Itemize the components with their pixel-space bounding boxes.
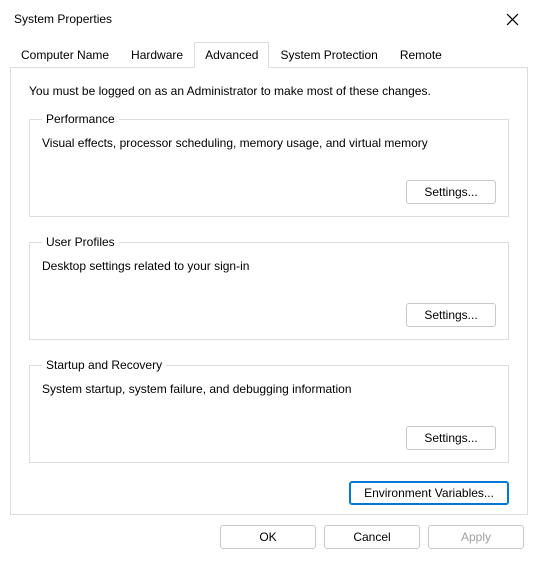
titlebar: System Properties (0, 0, 538, 38)
tab-advanced[interactable]: Advanced (194, 42, 269, 68)
cancel-button[interactable]: Cancel (324, 525, 420, 549)
intro-text: You must be logged on as an Administrato… (29, 84, 509, 98)
apply-button: Apply (428, 525, 524, 549)
user-profiles-legend: User Profiles (42, 235, 119, 249)
startup-recovery-settings-button[interactable]: Settings... (406, 426, 496, 450)
ok-button[interactable]: OK (220, 525, 316, 549)
performance-group: Performance Visual effects, processor sc… (29, 112, 509, 217)
startup-recovery-legend: Startup and Recovery (42, 358, 166, 372)
tab-hardware[interactable]: Hardware (120, 42, 194, 67)
dialog-button-row: OK Cancel Apply (0, 525, 538, 563)
startup-recovery-group: Startup and Recovery System startup, sys… (29, 358, 509, 463)
close-button[interactable] (498, 5, 526, 33)
user-profiles-settings-button[interactable]: Settings... (406, 303, 496, 327)
performance-legend: Performance (42, 112, 119, 126)
user-profiles-desc: Desktop settings related to your sign-in (42, 259, 496, 273)
performance-desc: Visual effects, processor scheduling, me… (42, 136, 496, 150)
performance-settings-button[interactable]: Settings... (406, 180, 496, 204)
tab-computer-name[interactable]: Computer Name (10, 42, 120, 67)
tab-remote[interactable]: Remote (389, 42, 453, 67)
tab-panel-advanced: You must be logged on as an Administrato… (10, 67, 528, 515)
tab-strip: Computer Name Hardware Advanced System P… (10, 42, 528, 67)
tab-system-protection[interactable]: System Protection (269, 42, 388, 67)
startup-recovery-desc: System startup, system failure, and debu… (42, 382, 496, 396)
user-profiles-group: User Profiles Desktop settings related t… (29, 235, 509, 340)
window-title: System Properties (14, 12, 112, 26)
close-icon (506, 13, 519, 26)
environment-variables-button[interactable]: Environment Variables... (349, 481, 509, 505)
